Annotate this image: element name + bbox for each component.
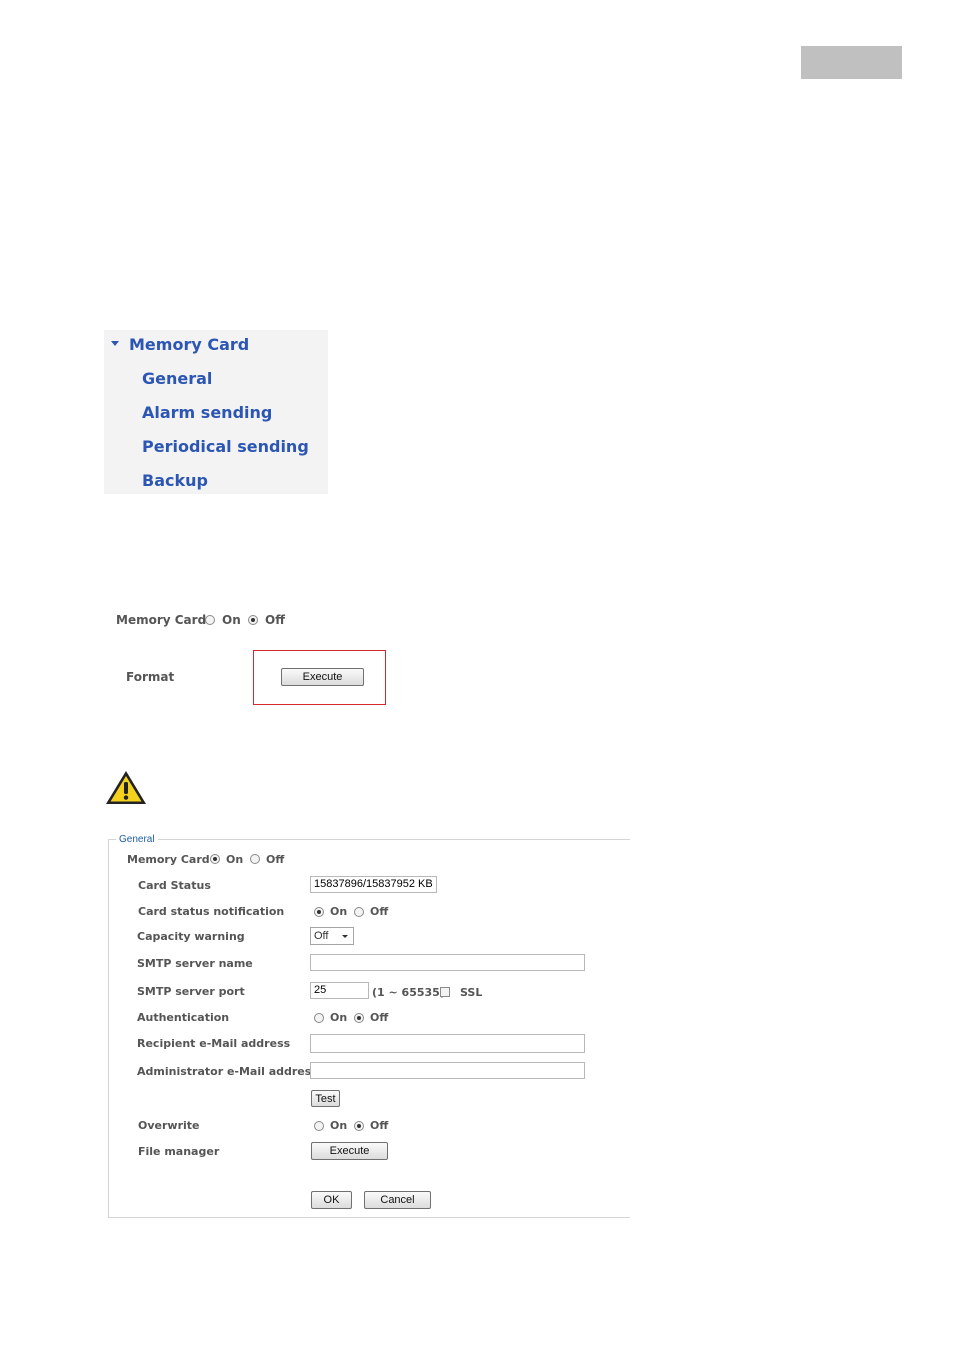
- smtp-server-name-input[interactable]: [310, 954, 585, 971]
- ssl-label: SSL: [460, 986, 483, 999]
- card-status-label: Card Status: [138, 879, 211, 892]
- menu-item-alarm-sending[interactable]: Alarm sending: [142, 403, 272, 422]
- smtp-server-port-label: SMTP server port: [137, 985, 245, 998]
- file-manager-label: File manager: [138, 1145, 220, 1158]
- memory-card-on-radio[interactable]: [205, 615, 215, 625]
- test-button[interactable]: Test: [311, 1090, 340, 1107]
- memory-card-menu: Memory Card General Alarm sending Period…: [104, 330, 328, 494]
- general-memory-card-label: Memory Card: [127, 853, 210, 866]
- memory-card-label: Memory Card: [116, 613, 207, 627]
- card-status-notification-on-radio[interactable]: [314, 907, 324, 917]
- memory-card-on-label: On: [222, 613, 241, 627]
- ok-button[interactable]: OK: [311, 1191, 352, 1209]
- overwrite-off-label: Off: [370, 1119, 389, 1132]
- authentication-label: Authentication: [137, 1011, 230, 1024]
- page-corner-tab: [801, 46, 902, 79]
- file-manager-execute-button[interactable]: Execute: [311, 1142, 388, 1160]
- general-legend: General: [116, 834, 158, 845]
- format-execute-button[interactable]: Execute: [281, 668, 364, 686]
- authentication-on-label: On: [330, 1011, 348, 1024]
- recipient-email-label: Recipient e-Mail address: [137, 1037, 291, 1050]
- caret-down-icon[interactable]: [111, 341, 119, 346]
- menu-item-general[interactable]: General: [142, 369, 212, 388]
- general-memory-card-on-label: On: [226, 853, 244, 866]
- card-status-notification-on-label: On: [330, 905, 348, 918]
- capacity-warning-select[interactable]: Off: [310, 927, 354, 945]
- capacity-warning-value: Off: [314, 930, 329, 942]
- capacity-warning-label: Capacity warning: [137, 930, 245, 943]
- card-status-notification-off-label: Off: [370, 905, 389, 918]
- menu-section-memory-card[interactable]: Memory Card: [129, 335, 249, 354]
- memory-card-off-radio[interactable]: [248, 615, 258, 625]
- general-settings-panel: [108, 839, 630, 1218]
- overwrite-off-radio[interactable]: [354, 1121, 364, 1131]
- ssl-checkbox[interactable]: [440, 987, 450, 997]
- administrator-email-input[interactable]: [310, 1062, 585, 1079]
- card-status-notification-off-radio[interactable]: [354, 907, 364, 917]
- smtp-server-name-label: SMTP server name: [137, 957, 253, 970]
- authentication-off-radio[interactable]: [354, 1013, 364, 1023]
- overwrite-label: Overwrite: [138, 1119, 200, 1132]
- general-memory-card-off-radio[interactable]: [250, 854, 260, 864]
- overwrite-on-label: On: [330, 1119, 348, 1132]
- menu-item-periodical-sending[interactable]: Periodical sending: [142, 437, 309, 456]
- chevron-down-icon: [342, 935, 348, 938]
- format-label: Format: [126, 670, 175, 684]
- card-status-field: 15837896/15837952 KB: [310, 876, 437, 893]
- memory-card-off-label: Off: [265, 613, 285, 627]
- cancel-button[interactable]: Cancel: [364, 1191, 431, 1209]
- warning-triangle-icon: [106, 771, 146, 804]
- recipient-email-input[interactable]: [310, 1034, 585, 1053]
- administrator-email-label: Administrator e-Mail address: [137, 1065, 318, 1078]
- general-memory-card-off-label: Off: [266, 853, 285, 866]
- port-range-text: (1 ~ 65535): [372, 986, 445, 999]
- overwrite-on-radio[interactable]: [314, 1121, 324, 1131]
- general-memory-card-on-radio[interactable]: [210, 854, 220, 864]
- smtp-server-port-input[interactable]: 25: [310, 982, 369, 999]
- card-status-notification-label: Card status notification: [138, 905, 285, 918]
- authentication-on-radio[interactable]: [314, 1013, 324, 1023]
- menu-item-backup[interactable]: Backup: [142, 471, 208, 490]
- authentication-off-label: Off: [370, 1011, 389, 1024]
